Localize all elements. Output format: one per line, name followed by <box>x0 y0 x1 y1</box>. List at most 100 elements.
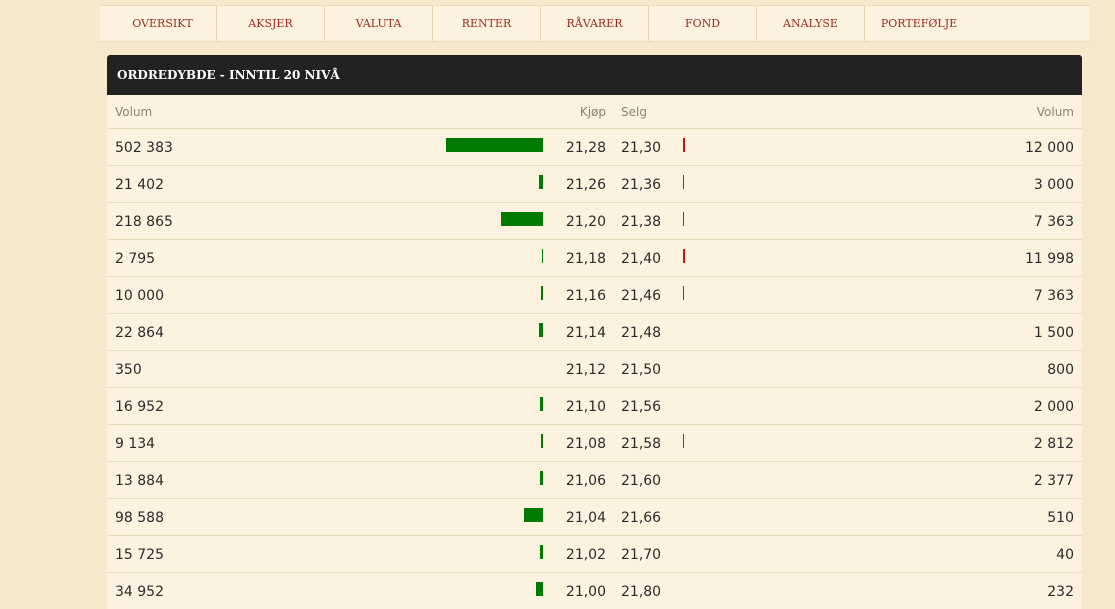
bid-price-cell: 21,00 <box>565 584 606 600</box>
bid-price-cell: 21,08 <box>565 436 606 452</box>
bid-price-cell: 21,28 <box>565 140 606 156</box>
bid-depth-bar <box>539 323 543 337</box>
nav-bar: OVERSIKT AKSJER VALUTA RENTER RÅVARER FOND ANA… <box>109 6 973 41</box>
column-header-row: Volum Kjøp Selg Volum <box>107 95 1082 129</box>
bid-price-cell: 21,16 <box>565 288 606 304</box>
bid-price-cell: 21,20 <box>565 214 606 230</box>
orderbook-panel: ORDREDYBDE - INNTIL 20 NIVÅ Volum Kjøp S… <box>107 55 1082 609</box>
ask-volume-cell: 510 <box>1047 510 1074 526</box>
bid-depth-bar <box>501 212 543 226</box>
bid-depth-bar <box>541 434 543 448</box>
ask-volume-cell: 40 <box>1056 547 1074 563</box>
ask-depth-bar <box>683 212 684 226</box>
ask-price-cell: 21,70 <box>621 547 662 563</box>
bid-depth-bar <box>540 397 543 411</box>
panel-title: ORDREDYBDE - INNTIL 20 NIVÅ <box>117 68 340 82</box>
nav-item-portefølje[interactable]: PORTEFØLJE <box>865 6 973 41</box>
ask-price-cell: 21,50 <box>621 362 662 378</box>
ask-price-cell: 21,60 <box>621 473 662 489</box>
bid-price-cell: 21,06 <box>565 473 606 489</box>
ask-price-cell: 21,46 <box>621 288 662 304</box>
bid-depth-bar <box>536 582 543 596</box>
ask-depth-bar <box>683 286 684 300</box>
table-row: 15 725 21,02 21,70 40 <box>107 536 1082 573</box>
page: OVERSIKT AKSJER VALUTA RENTER RÅVARER FOND ANA… <box>0 0 1115 609</box>
bid-volume-cell: 16 952 <box>115 399 164 415</box>
bid-volume-cell: 98 588 <box>115 510 164 526</box>
bid-price-cell: 21,26 <box>565 177 606 193</box>
orderbook-rows: 502 383 21,28 21,30 12 000 21 402 21,26 21,36 3… <box>107 129 1082 609</box>
table-row: 2 795 21,18 21,40 11 998 <box>107 240 1082 277</box>
ask-price-cell: 21,56 <box>621 399 662 415</box>
ask-price-cell: 21,58 <box>621 436 662 452</box>
bid-volume-cell: 22 864 <box>115 325 164 341</box>
bid-depth-bar <box>542 249 543 263</box>
ask-volume-cell: 800 <box>1047 362 1074 378</box>
ask-price-cell: 21,48 <box>621 325 662 341</box>
ask-volume-cell: 7 363 <box>1033 214 1074 230</box>
bid-volume-cell: 502 383 <box>115 140 173 156</box>
ask-volume-cell: 7 363 <box>1033 288 1074 304</box>
ask-volume-cell: 2 000 <box>1033 399 1074 415</box>
ask-depth-bar <box>683 175 684 189</box>
bid-volume-cell: 15 725 <box>115 547 164 563</box>
ask-volume-cell: 11 998 <box>1025 251 1074 267</box>
table-row: 34 952 21,00 21,80 232 <box>107 573 1082 609</box>
header-bid-volume: Volum <box>115 105 153 119</box>
table-row: 9 134 21,08 21,58 2 812 <box>107 425 1082 462</box>
bid-volume-cell: 34 952 <box>115 584 164 600</box>
bid-depth-bar <box>540 471 543 485</box>
table-row: 350 21,12 21,50 800 <box>107 351 1082 388</box>
panel-header: ORDREDYBDE - INNTIL 20 NIVÅ <box>107 55 1082 95</box>
bid-price-cell: 21,12 <box>565 362 606 378</box>
ask-depth-bar <box>683 249 685 263</box>
ask-price-cell: 21,38 <box>621 214 662 230</box>
ask-volume-cell: 232 <box>1047 584 1074 600</box>
ask-depth-bar <box>683 434 684 448</box>
nav-item-analyse[interactable]: ANALYSE <box>757 6 865 41</box>
ask-volume-cell: 2 812 <box>1033 436 1074 452</box>
ask-volume-cell: 3 000 <box>1033 177 1074 193</box>
nav-item-aksjer[interactable]: AKSJER <box>217 6 325 41</box>
ask-volume-cell: 1 500 <box>1033 325 1074 341</box>
header-bid: Kjøp <box>579 105 606 119</box>
bid-price-cell: 21,10 <box>565 399 606 415</box>
nav-item-renter[interactable]: RENTER <box>433 6 541 41</box>
bid-volume-cell: 9 134 <box>115 436 156 452</box>
table-row: 16 952 21,10 21,56 2 000 <box>107 388 1082 425</box>
nav-item-råvarer[interactable]: RÅVARER <box>541 6 649 41</box>
table-row: 22 864 21,14 21,48 1 500 <box>107 314 1082 351</box>
table-row: 502 383 21,28 21,30 12 000 <box>107 129 1082 166</box>
table-row: 10 000 21,16 21,46 7 363 <box>107 277 1082 314</box>
ask-price-cell: 21,66 <box>621 510 662 526</box>
bid-depth-bar <box>539 175 543 189</box>
ask-volume-cell: 2 377 <box>1033 473 1074 489</box>
bid-depth-bar <box>540 545 543 559</box>
ask-volume-cell: 12 000 <box>1025 140 1074 156</box>
bid-depth-bar <box>541 286 543 300</box>
nav-item-oversikt[interactable]: OVERSIKT <box>109 6 217 41</box>
nav-item-valuta[interactable]: VALUTA <box>325 6 433 41</box>
ask-price-cell: 21,36 <box>621 177 662 193</box>
ask-price-cell: 21,30 <box>621 140 662 156</box>
bid-volume-cell: 218 865 <box>115 214 173 230</box>
table-row: 98 588 21,04 21,66 510 <box>107 499 1082 536</box>
nav-item-fond[interactable]: FOND <box>649 6 757 41</box>
bid-volume-cell: 13 884 <box>115 473 164 489</box>
header-ask-volume: Volum <box>1036 105 1074 119</box>
ask-price-cell: 21,80 <box>621 584 662 600</box>
bid-depth-bar <box>446 138 543 152</box>
table-row: 218 865 21,20 21,38 7 363 <box>107 203 1082 240</box>
bid-volume-cell: 21 402 <box>115 177 164 193</box>
bid-volume-cell: 350 <box>115 362 142 378</box>
bid-depth-bar <box>524 508 543 522</box>
table-row: 13 884 21,06 21,60 2 377 <box>107 462 1082 499</box>
bid-volume-cell: 10 000 <box>115 288 164 304</box>
bid-price-cell: 21,14 <box>565 325 606 341</box>
ask-depth-bar <box>683 138 685 152</box>
bid-volume-cell: 2 795 <box>115 251 156 267</box>
table-row: 21 402 21,26 21,36 3 000 <box>107 166 1082 203</box>
bid-price-cell: 21,04 <box>565 510 606 526</box>
header-ask: Selg <box>621 105 647 119</box>
bid-price-cell: 21,18 <box>565 251 606 267</box>
